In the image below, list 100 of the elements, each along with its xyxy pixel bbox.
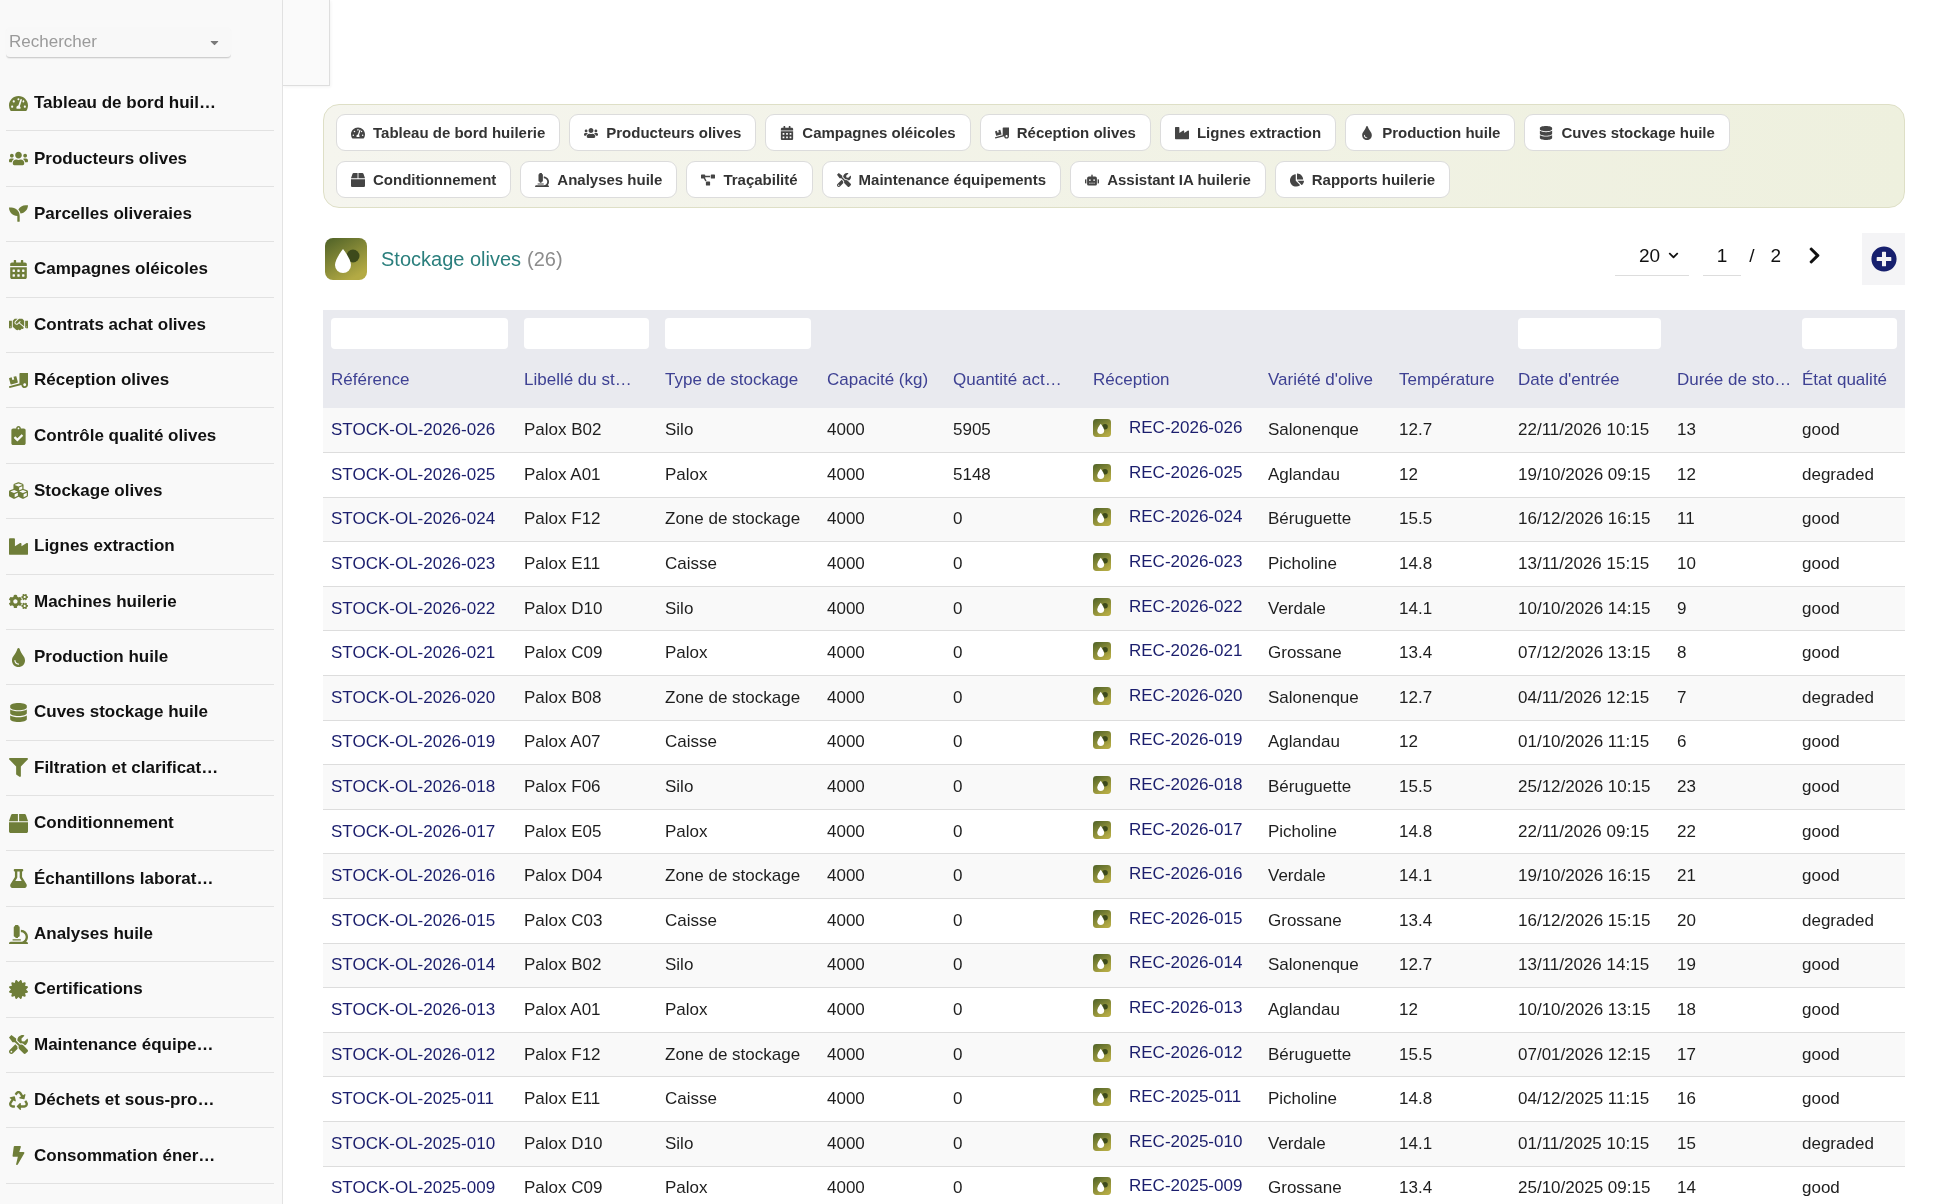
shortcut-link[interactable]: Lignes extraction: [1159, 114, 1337, 151]
table-cell: Picholine: [1268, 821, 1337, 841]
reception-link[interactable]: REC-2026-017: [1129, 819, 1243, 840]
reference-link[interactable]: STOCK-OL-2026-019: [331, 732, 496, 752]
reference-link[interactable]: STOCK-OL-2026-018: [331, 777, 496, 797]
reception-link[interactable]: REC-2026-012: [1129, 1042, 1243, 1063]
reference-link[interactable]: STOCK-OL-2025-010: [331, 1133, 496, 1153]
reception-link[interactable]: REC-2026-015: [1129, 908, 1243, 929]
reference-link[interactable]: STOCK-OL-2026-023: [331, 554, 496, 574]
reference-link[interactable]: STOCK-OL-2025-009: [331, 1178, 496, 1198]
shortcut-link[interactable]: Conditionnement: [336, 161, 512, 198]
table-cell: Palox A07: [524, 732, 601, 752]
search-field[interactable]: Rechercher: [6, 27, 231, 58]
sidebar-item[interactable]: Analyses huile: [6, 906, 274, 963]
reception-link[interactable]: REC-2026-025: [1129, 462, 1243, 483]
shortcut-link[interactable]: Analyses huile: [520, 161, 678, 198]
shortcut-link[interactable]: Assistant IA huilerie: [1070, 161, 1266, 198]
shortcut-link[interactable]: Rapports huilerie: [1274, 161, 1451, 198]
reference-link[interactable]: STOCK-OL-2026-015: [331, 910, 496, 930]
shortcut-link[interactable]: Réception olives: [979, 114, 1151, 151]
sidebar-item[interactable]: Cuves stockage huile: [6, 685, 274, 741]
table-cell: Verdale: [1268, 598, 1326, 618]
reception-link[interactable]: REC-2026-020: [1129, 685, 1243, 706]
reception-link[interactable]: REC-2026-019: [1129, 730, 1243, 751]
shortcut-link[interactable]: Traçabilité: [686, 161, 813, 198]
reference-link[interactable]: STOCK-OL-2026-014: [331, 955, 496, 975]
reception-link[interactable]: REC-2026-016: [1129, 864, 1243, 885]
sidebar-item[interactable]: Production huile: [6, 629, 274, 686]
table-cell: Palox E11: [524, 1089, 601, 1109]
table-cell: 0: [953, 1000, 963, 1019]
table-cell: 4000: [827, 777, 865, 797]
table-cell: good: [1802, 420, 1840, 440]
table-cell: 0: [953, 1089, 963, 1109]
reference-link[interactable]: STOCK-OL-2026-022: [331, 598, 496, 618]
column-header: Date d'entrée: [1518, 370, 1620, 390]
sidebar-item[interactable]: Stockage olives: [6, 463, 274, 520]
sidebar-item[interactable]: Tableau de bord huil…: [6, 76, 274, 132]
drop-tile-icon: [1093, 642, 1111, 661]
reception-link[interactable]: REC-2026-018: [1129, 775, 1243, 796]
table-cell: 4000: [827, 1044, 865, 1064]
reception-link[interactable]: REC-2026-014: [1129, 953, 1243, 974]
reception-link[interactable]: REC-2026-022: [1129, 596, 1243, 617]
reference-link[interactable]: STOCK-OL-2026-024: [331, 509, 496, 529]
sidebar-item[interactable]: Certifications: [6, 962, 274, 1018]
sidebar-item[interactable]: Conditionnement: [6, 796, 274, 852]
shortcut-link[interactable]: Campagnes oléicoles: [765, 114, 971, 151]
reference-link[interactable]: STOCK-OL-2026-020: [331, 687, 496, 707]
sidebar-item[interactable]: Lignes extraction: [6, 519, 274, 575]
sidebar-item[interactable]: Réception olives: [6, 352, 274, 409]
table-cell: 0: [953, 955, 963, 975]
add-button[interactable]: [1862, 233, 1905, 285]
reference-link[interactable]: STOCK-OL-2026-026: [331, 420, 496, 440]
reception-link[interactable]: REC-2025-010: [1129, 1131, 1243, 1152]
sidebar-item[interactable]: Producteurs olives: [6, 131, 274, 187]
reception-link[interactable]: REC-2025-009: [1129, 1176, 1243, 1197]
table-cell: 13.4: [1399, 910, 1433, 930]
table-cell: Caisse: [665, 554, 717, 574]
table-cell: 04/12/2025 11:15: [1518, 1089, 1650, 1109]
page-input[interactable]: 1: [1703, 242, 1742, 276]
sidebar-item[interactable]: Campagnes oléicoles: [6, 242, 274, 298]
reception-link[interactable]: REC-2026-023: [1129, 552, 1243, 573]
shortcut-link[interactable]: Tableau de bord huilerie: [336, 114, 561, 151]
reference-link[interactable]: STOCK-OL-2026-021: [331, 643, 496, 663]
table-cell: Palox C09: [524, 1178, 603, 1198]
sidebar-item[interactable]: Contrôle qualité olives: [6, 408, 274, 464]
table-cell: degraded: [1802, 1133, 1874, 1153]
microscope-icon: [535, 172, 550, 187]
sidebar-item[interactable]: Déchets et sous-pro…: [6, 1073, 274, 1129]
sidebar-item[interactable]: Échantillons laborat…: [6, 851, 274, 907]
reference-link[interactable]: STOCK-OL-2026-025: [331, 464, 496, 484]
sidebar-item[interactable]: Maintenance équipe…: [6, 1017, 274, 1074]
reference-link[interactable]: STOCK-OL-2026-016: [331, 866, 496, 886]
table-cell: Béruguette: [1268, 1044, 1352, 1064]
shortcut-link[interactable]: Cuves stockage huile: [1524, 114, 1730, 151]
sidebar-item[interactable]: Contrats achat olives: [6, 297, 274, 353]
reference-link[interactable]: STOCK-OL-2026-013: [331, 1000, 496, 1019]
reception-link[interactable]: REC-2026-013: [1129, 998, 1243, 1018]
sidebar-item[interactable]: Parcelles oliveraies: [6, 186, 274, 243]
reception-link[interactable]: REC-2025-011: [1129, 1087, 1242, 1108]
table-cell: Silo: [665, 420, 694, 440]
table-cell: good: [1802, 866, 1840, 886]
sidebar-item[interactable]: Machines huilerie: [6, 574, 274, 630]
reception-link[interactable]: REC-2026-026: [1129, 418, 1243, 439]
reception-link[interactable]: REC-2026-024: [1129, 507, 1243, 528]
shortcut-link[interactable]: Maintenance équipements: [821, 161, 1062, 198]
shortcut-link[interactable]: Production huile: [1345, 114, 1516, 151]
shortcut-link[interactable]: Producteurs olives: [569, 114, 757, 151]
reference-link[interactable]: STOCK-OL-2026-012: [331, 1044, 496, 1064]
page-size-select[interactable]: 20: [1615, 242, 1690, 276]
reception-link[interactable]: REC-2026-021: [1129, 641, 1243, 662]
table-cell: 4000: [827, 509, 865, 529]
table-cell: 4000: [827, 464, 865, 484]
sidebar-item[interactable]: Filtration et clarificat…: [6, 740, 274, 797]
sidebar-item[interactable]: Consommation éner…: [6, 1128, 274, 1184]
reference-link[interactable]: STOCK-OL-2026-017: [331, 821, 496, 841]
table-cell: degraded: [1802, 910, 1874, 930]
reference-link[interactable]: STOCK-OL-2025-011: [331, 1089, 494, 1109]
microscope-icon: [9, 924, 28, 944]
table-cell: Béruguette: [1268, 777, 1352, 797]
drop-tile-icon: [1093, 865, 1111, 884]
